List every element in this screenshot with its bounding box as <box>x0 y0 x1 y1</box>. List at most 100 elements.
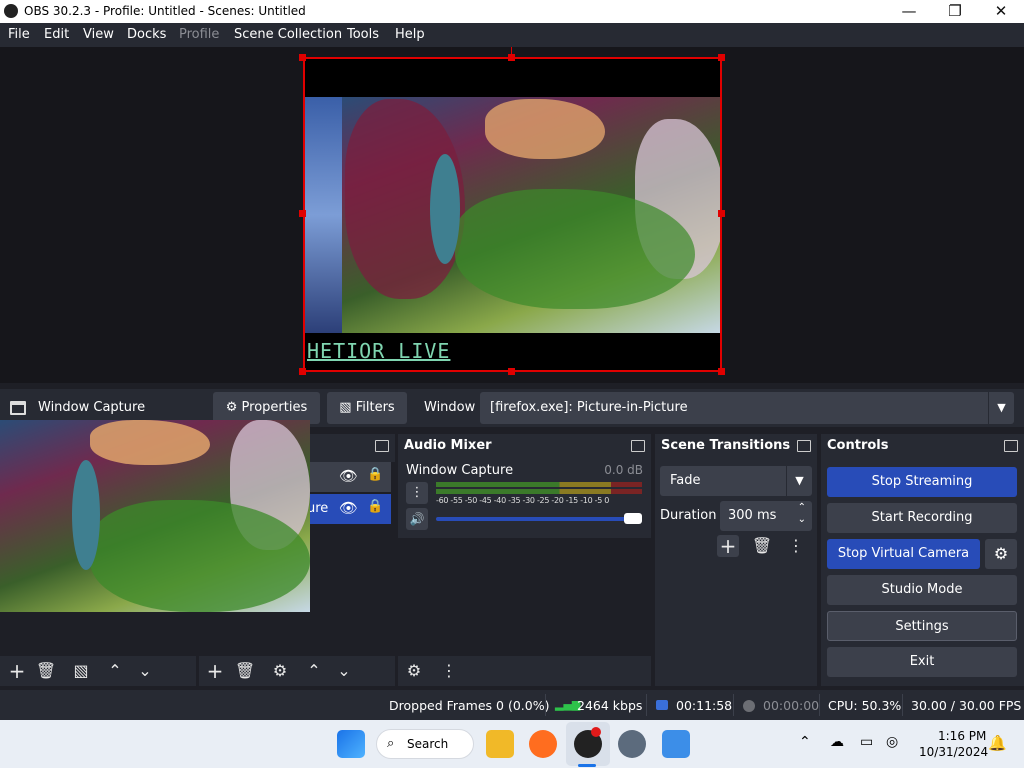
chevron-up-icon[interactable]: ⌃ <box>798 502 806 513</box>
settings-gear-icon[interactable] <box>618 730 646 758</box>
chevron-up-icon[interactable]: ⌃ <box>104 660 126 682</box>
resize-handle[interactable] <box>299 368 306 375</box>
resize-handle[interactable] <box>508 368 515 375</box>
duration-spinbox[interactable]: 300 ms ⌃ ⌄ <box>720 501 812 531</box>
lock-icon[interactable]: 🔒 <box>367 467 383 482</box>
cloud-offline-icon[interactable]: ☁ <box>830 734 844 750</box>
menu-profile[interactable]: Profile <box>179 27 219 42</box>
resize-handle[interactable] <box>299 210 306 217</box>
volume-meter <box>436 482 642 487</box>
gear-icon[interactable]: ⚙ <box>269 660 291 682</box>
kebab-menu-icon[interactable]: ⋮ <box>785 535 807 557</box>
eye-icon[interactable]: 👁 <box>339 467 358 485</box>
resize-handle[interactable] <box>299 54 306 61</box>
eye-icon[interactable]: 👁 <box>339 499 358 517</box>
chevron-down-icon[interactable]: ⌄ <box>333 660 355 682</box>
trash-icon[interactable]: 🗑 <box>751 535 773 557</box>
audio-channel: Window Capture 0.0 dB ⋮ -60 -55 -50 -45 … <box>398 460 651 538</box>
coral-shape <box>90 420 210 465</box>
filter-icon: ▧ <box>339 400 352 415</box>
display-icon[interactable]: ▭ <box>860 734 873 750</box>
chevron-down-icon[interactable]: ▼ <box>988 392 1014 424</box>
taskbar-time[interactable]: 1:16 PM <box>938 729 986 743</box>
window-select[interactable]: [firefox.exe]: Picture-in-Picture ▼ <box>480 392 1014 424</box>
scene-transitions-dock: Scene Transitions Fade ▼ Duration 300 ms… <box>655 434 817 686</box>
windows-start-icon[interactable] <box>337 730 365 758</box>
maximize-button[interactable]: ❐ <box>932 0 978 23</box>
speaker-muted-icon[interactable]: ◎ <box>886 734 898 750</box>
settings-button[interactable]: Settings <box>827 611 1017 641</box>
stop-streaming-button[interactable]: Stop Streaming <box>827 467 1017 497</box>
gear-icon: ⚙ <box>993 544 1009 563</box>
record-icon <box>743 700 755 712</box>
chevron-up-icon[interactable]: ⌃ <box>799 734 811 750</box>
meter-tick: -35 <box>508 496 521 505</box>
undock-icon[interactable] <box>631 440 645 452</box>
sources-footer: + 🗑 ⚙ ⌃ ⌄ <box>199 656 395 686</box>
taskbar-search[interactable]: ⌕ Search <box>376 729 474 759</box>
menu-file[interactable]: File <box>8 27 30 42</box>
chevron-down-icon[interactable]: ▼ <box>786 466 812 496</box>
window-select-value: [firefox.exe]: Picture-in-Picture <box>490 400 688 415</box>
file-explorer-icon[interactable] <box>486 730 514 758</box>
menu-docks[interactable]: Docks <box>127 27 166 42</box>
kebab-menu-icon[interactable]: ⋮ <box>438 660 460 682</box>
menu-tools[interactable]: Tools <box>347 27 379 42</box>
start-recording-button[interactable]: Start Recording <box>827 503 1017 533</box>
duration-label: Duration <box>660 508 717 523</box>
picture-in-picture-window[interactable] <box>0 420 310 612</box>
notepad-icon[interactable] <box>662 730 690 758</box>
record-time: 00:00:00 <box>763 698 820 713</box>
resize-handle[interactable] <box>718 54 725 61</box>
minimize-button[interactable]: — <box>886 0 932 23</box>
notification-bell-icon[interactable]: 🔔 <box>988 734 1007 752</box>
menu-scene-collection[interactable]: Scene Collection <box>234 27 342 42</box>
volume-slider-thumb[interactable] <box>624 513 642 524</box>
gears-icon[interactable]: ⚙ <box>403 660 425 682</box>
audio-mixer-title: Audio Mixer <box>404 438 492 453</box>
close-button[interactable]: ✕ <box>978 0 1024 23</box>
meter-tick: -25 <box>536 496 550 505</box>
trash-icon[interactable]: 🗑 <box>234 660 256 682</box>
stream-overlay-text: HETIOR LIVE <box>307 339 451 363</box>
taskbar-date[interactable]: 10/31/2024 <box>919 745 988 759</box>
lock-icon[interactable]: 🔒 <box>367 499 383 514</box>
menu-view[interactable]: View <box>83 27 114 42</box>
firefox-icon[interactable] <box>529 730 557 758</box>
resize-handle[interactable] <box>718 368 725 375</box>
title-bar: OBS 30.2.3 - Profile: Untitled - Scenes:… <box>0 0 1024 23</box>
kebab-menu-icon[interactable]: ⋮ <box>406 482 428 504</box>
filter-icon[interactable]: ▧ <box>70 660 92 682</box>
recording-badge <box>591 727 601 737</box>
chevron-down-icon[interactable]: ⌄ <box>798 514 806 525</box>
chevron-down-icon[interactable]: ⌄ <box>134 660 156 682</box>
scenes-footer: + 🗑 ▧ ⌃ ⌄ <box>0 656 196 686</box>
add-icon[interactable]: + <box>6 660 28 682</box>
preview-canvas[interactable]: HETIOR LIVE <box>303 57 722 372</box>
exit-button[interactable]: Exit <box>827 647 1017 677</box>
add-icon[interactable]: + <box>717 535 739 557</box>
studio-mode-button[interactable]: Studio Mode <box>827 575 1017 605</box>
undock-icon[interactable] <box>1004 440 1018 452</box>
transition-select[interactable]: Fade ▼ <box>660 466 812 496</box>
volume-slider[interactable] <box>436 517 636 521</box>
fps: 30.00 / 30.00 FPS <box>911 698 1022 713</box>
filters-button[interactable]: ▧ Filters <box>327 392 407 424</box>
scene-transitions-title: Scene Transitions <box>661 438 791 453</box>
menu-help[interactable]: Help <box>395 27 425 42</box>
cpu-usage: CPU: 50.3% <box>828 698 902 713</box>
add-icon[interactable]: + <box>204 660 226 682</box>
undock-icon[interactable] <box>375 440 389 452</box>
chevron-up-icon[interactable]: ⌃ <box>303 660 325 682</box>
stop-virtual-camera-button[interactable]: Stop Virtual Camera <box>827 539 980 569</box>
trash-icon[interactable]: 🗑 <box>35 660 57 682</box>
resize-handle[interactable] <box>718 210 725 217</box>
speaker-icon[interactable]: 🔊 <box>406 508 428 530</box>
menu-edit[interactable]: Edit <box>44 27 69 42</box>
stream-icon <box>656 700 668 710</box>
virtual-camera-settings-button[interactable]: ⚙ <box>985 539 1017 569</box>
undock-icon[interactable] <box>797 440 811 452</box>
taskbar: ⌕ Search ⌃ ☁ ▭ ◎ 1:16 PM 10/31/2024 🔔 <box>0 720 1024 768</box>
meter-tick: -40 <box>493 496 506 505</box>
obs-logo-icon <box>4 4 18 18</box>
